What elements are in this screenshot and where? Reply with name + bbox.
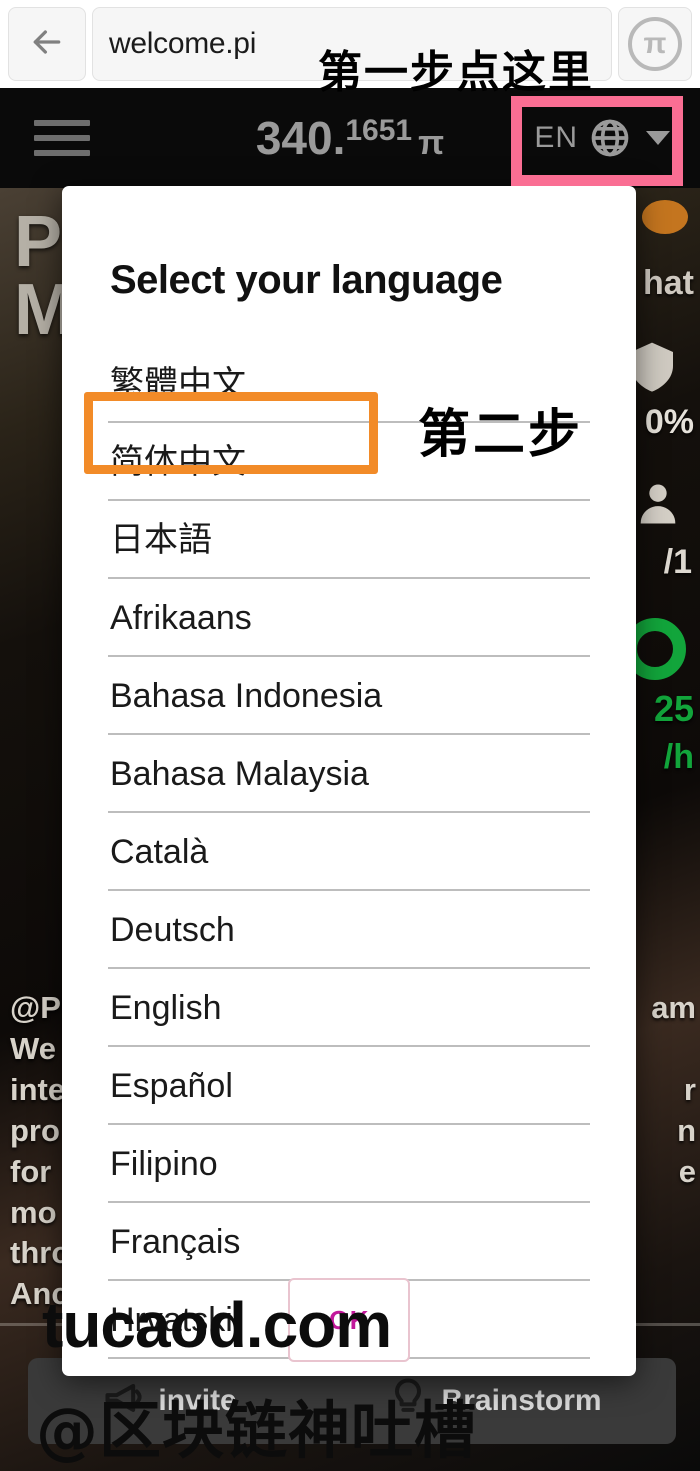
hamburger-menu-icon[interactable] — [34, 120, 90, 156]
pi-logo-icon: π — [628, 17, 682, 71]
background-chat-label: hat — [643, 264, 694, 302]
balance-integer: 340. — [255, 112, 346, 164]
language-list: 繁體中文 简体中文 日本語 Afrikaans Bahasa Indonesia… — [108, 345, 590, 1376]
highlight-step2-box — [84, 392, 378, 474]
balance-pi-symbol: π — [418, 124, 445, 162]
screen-root: welcome.pi π 340.1651 π EN P M hat 0% /1… — [0, 0, 700, 1471]
language-option[interactable]: Afrikaans — [108, 579, 590, 657]
annotation-step2: 第二步 — [418, 405, 584, 465]
dialog-title: Select your language — [110, 258, 503, 302]
background-orange-dot — [642, 200, 688, 234]
highlight-step1-box — [511, 96, 683, 186]
background-rate-unit: /h — [663, 738, 694, 776]
browser-back-button[interactable] — [8, 7, 86, 81]
person-icon — [632, 478, 684, 530]
language-option[interactable]: 日本語 — [108, 501, 590, 579]
background-percent-label: 0% — [644, 403, 694, 441]
background-right-paragraph: am r n e — [651, 990, 696, 1189]
language-option[interactable]: Català — [108, 813, 590, 891]
url-text: welcome.pi — [109, 27, 257, 60]
annotation-step1: 第一步点这里 — [318, 47, 594, 98]
language-option[interactable]: Français — [108, 1203, 590, 1281]
language-option[interactable]: English — [108, 969, 590, 1047]
language-option[interactable]: Bahasa Malaysia — [108, 735, 590, 813]
language-option[interactable]: Filipino — [108, 1125, 590, 1203]
watermark-site: tucaod.com — [42, 1289, 392, 1361]
language-option[interactable]: Español — [108, 1047, 590, 1125]
back-arrow-icon — [27, 22, 67, 67]
pi-browser-button[interactable]: π — [618, 7, 692, 81]
watermark-handle: @区块链神吐槽 — [36, 1394, 478, 1467]
balance-fraction: 1651 — [345, 114, 413, 147]
language-option[interactable]: Deutsch — [108, 891, 590, 969]
language-option[interactable]: Bahasa Indonesia — [108, 657, 590, 735]
language-dialog: Select your language 繁體中文 简体中文 日本語 Afrik… — [62, 186, 636, 1376]
background-rate-value: 25 — [653, 688, 694, 729]
background-ratio-label: /1 — [663, 543, 692, 581]
